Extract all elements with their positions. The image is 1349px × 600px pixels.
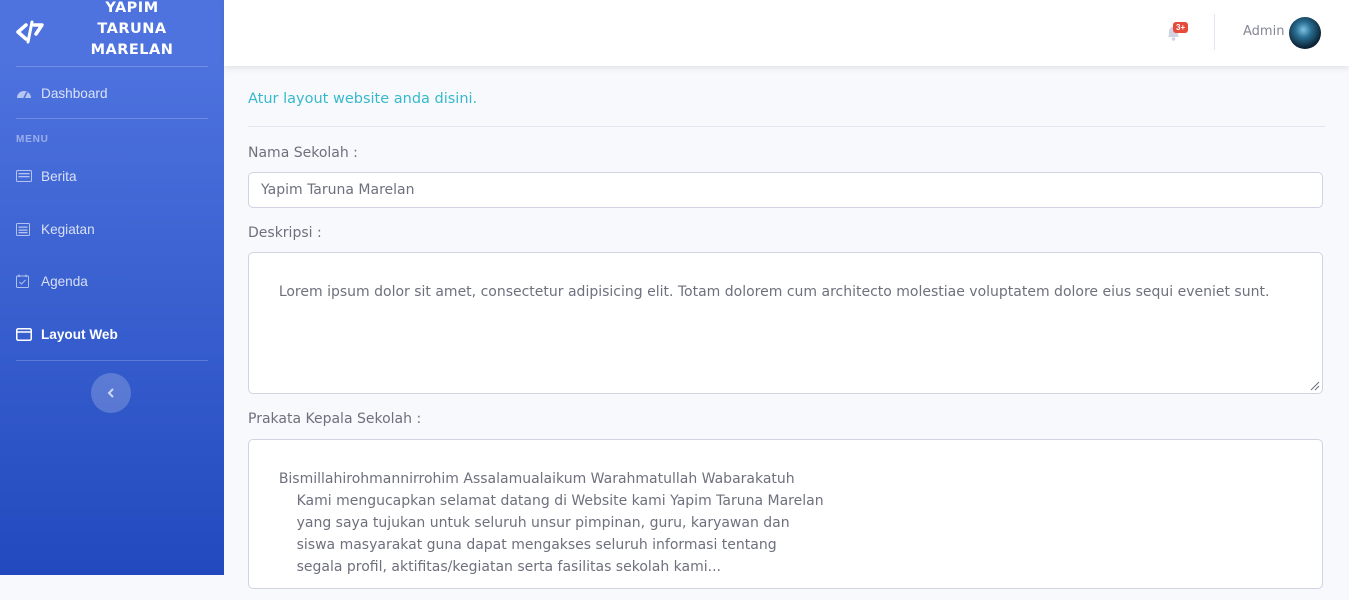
sidebar-brand[interactable]: YAPIM TARUNA MARELAN: [0, 0, 224, 66]
description-field[interactable]: Lorem ipsum dolor sit amet, consectetur …: [248, 252, 1323, 394]
sidebar-toggle-button[interactable]: [91, 373, 131, 413]
avatar[interactable]: [1289, 17, 1321, 49]
window-icon: [16, 327, 34, 341]
newspaper-icon: [16, 169, 34, 183]
code-icon: [16, 20, 44, 44]
sidebar-item-label: Agenda: [41, 273, 88, 289]
resize-handle-icon[interactable]: [1308, 379, 1320, 391]
topbar-divider: [1214, 14, 1215, 50]
sidebar-item-label: Kegiatan: [41, 221, 95, 237]
brand-name: YAPIM TARUNA MARELAN: [90, 0, 174, 58]
sidebar-item-dashboard[interactable]: Dashboard: [16, 81, 216, 105]
user-name[interactable]: Admin: [1243, 24, 1284, 39]
description-text: Lorem ipsum dolor sit amet, consectetur …: [278, 284, 1270, 300]
chevron-left-icon: [107, 388, 114, 398]
sidebar-item-agenda[interactable]: Agenda: [16, 269, 216, 293]
foreword-label: Prakata Kepala Sekolah :: [248, 411, 422, 427]
foreword-text: Bismillahirohmannirrohim Assalamualaikum…: [278, 471, 824, 575]
sidebar-item-layout-web[interactable]: Layout Web: [16, 322, 216, 346]
school-name-field[interactable]: Yapim Taruna Marelan: [248, 172, 1323, 208]
sidebar-heading: MENU: [16, 134, 49, 145]
school-name-label: Nama Sekolah :: [248, 145, 358, 161]
sidebar-divider: [16, 360, 208, 361]
topbar: 3+ Admin: [224, 0, 1349, 66]
sidebar-item-berita[interactable]: Berita: [16, 164, 216, 188]
sidebar-divider: [16, 118, 208, 119]
description-label: Deskripsi :: [248, 225, 322, 241]
sidebar-item-label: Dashboard: [41, 85, 108, 101]
notification-badge: 3+: [1173, 22, 1189, 33]
tachometer-icon: [16, 86, 34, 100]
sidebar-item-label: Berita: [41, 168, 77, 184]
sidebar-item-label: Layout Web: [41, 326, 118, 342]
sidebar-item-kegiatan[interactable]: Kegiatan: [16, 217, 216, 241]
content-divider: [248, 126, 1325, 127]
calendar-check-icon: [16, 274, 34, 288]
foreword-field[interactable]: Bismillahirohmannirrohim Assalamualaikum…: [248, 439, 1323, 589]
page-intro: Atur layout website anda disini.: [248, 91, 478, 107]
sidebar-divider: [16, 66, 208, 67]
list-icon: [16, 222, 34, 236]
sidebar: YAPIM TARUNA MARELAN Dashboard MENU Beri…: [0, 0, 224, 575]
